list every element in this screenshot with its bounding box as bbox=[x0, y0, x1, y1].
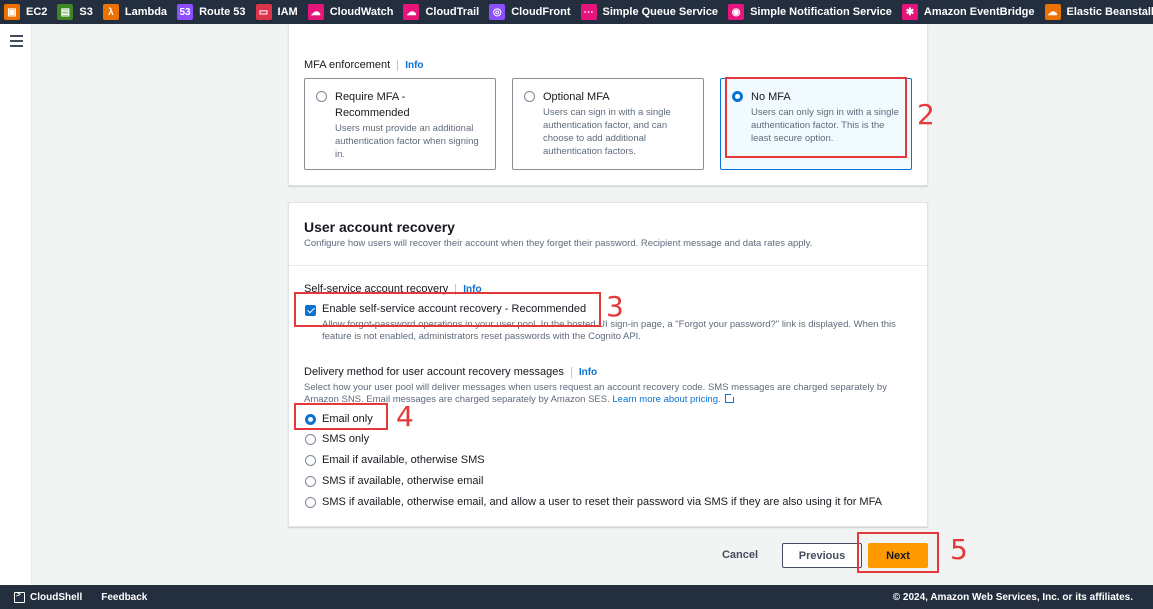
service-label: CloudWatch bbox=[329, 6, 394, 18]
service-label: Route 53 bbox=[199, 6, 246, 18]
mfa-enforcement-title: MFA enforcement bbox=[304, 59, 391, 71]
cancel-button[interactable]: Cancel bbox=[712, 543, 768, 567]
sms-then-email-mfa-label: SMS if available, otherwise email, and a… bbox=[322, 496, 883, 508]
delivery-option-sms-only[interactable]: SMS only bbox=[305, 433, 369, 445]
email-then-sms-label: Email if available, otherwise SMS bbox=[322, 454, 485, 466]
radio-sms-only[interactable] bbox=[305, 433, 316, 445]
service-icon: ✱ bbox=[901, 4, 918, 20]
service-label: Amazon EventBridge bbox=[923, 6, 1035, 18]
service-label: Elastic Beanstalk bbox=[1066, 6, 1153, 18]
external-link-icon bbox=[724, 392, 736, 403]
annotation-box-2 bbox=[725, 77, 907, 158]
previous-button[interactable]: Previous bbox=[782, 543, 862, 568]
require-mfa-desc: Users must provide an additional authent… bbox=[335, 123, 479, 160]
optional-mfa-desc: Users can sign in with a single authenti… bbox=[543, 107, 671, 157]
radio-email-then-sms[interactable] bbox=[305, 454, 316, 466]
sms-only-label: SMS only bbox=[322, 433, 370, 445]
delivery-option-email-then-sms[interactable]: Email if available, otherwise SMS bbox=[305, 454, 485, 466]
service-icon: ☁ bbox=[1044, 4, 1061, 20]
service-shortcut[interactable]: ▣ EC2 bbox=[4, 0, 47, 24]
annotation-number-5: 5 bbox=[950, 533, 968, 566]
delivery-desc-text: Select how your user pool will deliver m… bbox=[304, 382, 887, 405]
service-favorites-bar: ▣ EC2 ▤ S3 λ Lambda 53 Route 53 ▭ IAM ☁ CloudWatch ☁… bbox=[0, 0, 1153, 24]
service-label: S3 bbox=[79, 6, 93, 18]
copyright-text: © 2024, Amazon Web Services, Inc. or its… bbox=[892, 591, 1133, 603]
separator bbox=[570, 366, 572, 378]
service-icon: λ bbox=[102, 4, 119, 20]
annotation-number-4: 4 bbox=[396, 400, 414, 433]
annotation-number-2: 2 bbox=[917, 98, 935, 131]
menu-icon[interactable] bbox=[10, 35, 23, 50]
service-label: IAM bbox=[277, 6, 298, 18]
annotation-box-3 bbox=[294, 292, 601, 327]
service-shortcut[interactable]: ✱ Amazon EventBridge bbox=[901, 0, 1035, 24]
account-recovery-heading: User account recovery bbox=[304, 219, 455, 235]
service-shortcut[interactable]: ⋯ Simple Queue Service bbox=[580, 0, 719, 24]
service-icon: ▭ bbox=[255, 4, 272, 20]
service-shortcut[interactable]: ▤ S3 bbox=[57, 0, 93, 24]
section-divider bbox=[289, 265, 927, 266]
service-shortcut[interactable]: ☁ CloudTrail bbox=[403, 0, 479, 24]
mfa-info-link[interactable]: Info bbox=[405, 60, 423, 71]
delivery-info-link[interactable]: Info bbox=[579, 367, 597, 378]
service-icon: ▣ bbox=[4, 4, 20, 20]
feedback-link[interactable]: Feedback bbox=[101, 592, 147, 603]
service-label: Lambda bbox=[124, 6, 168, 18]
service-icon: ⋯ bbox=[580, 4, 597, 20]
require-mfa-title: Require MFA - Recommended bbox=[335, 91, 410, 119]
delivery-method-label-row: Delivery method for user account recover… bbox=[304, 366, 597, 378]
service-icon: 53 bbox=[177, 4, 194, 20]
service-icon: ◎ bbox=[489, 4, 506, 20]
service-icon: ▤ bbox=[57, 4, 74, 20]
service-icon: ☁ bbox=[307, 4, 324, 20]
service-icon: ◉ bbox=[728, 4, 745, 20]
service-shortcut[interactable]: ◉ Simple Notification Service bbox=[728, 0, 892, 24]
delivery-method-desc: Select how your user pool will deliver m… bbox=[304, 382, 904, 406]
annotation-box-5 bbox=[857, 532, 939, 573]
side-navigation-rail bbox=[0, 24, 32, 585]
delivery-option-sms-then-email-mfa[interactable]: SMS if available, otherwise email, and a… bbox=[305, 496, 882, 508]
account-recovery-subtitle: Configure how users will recover their a… bbox=[304, 238, 813, 249]
sms-then-email-label: SMS if available, otherwise email bbox=[322, 475, 484, 487]
annotation-number-3: 3 bbox=[606, 290, 624, 323]
mfa-enforcement-label: MFA enforcement Info bbox=[304, 59, 424, 71]
service-shortcut[interactable]: ☁ CloudWatch bbox=[307, 0, 394, 24]
separator bbox=[397, 59, 399, 71]
service-shortcut[interactable]: ▭ IAM bbox=[255, 0, 298, 24]
mfa-option-require[interactable]: Require MFA - Recommended Users must pro… bbox=[304, 78, 496, 170]
mfa-option-optional[interactable]: Optional MFA Users can sign in with a si… bbox=[512, 78, 704, 170]
cloudshell-icon[interactable] bbox=[14, 590, 25, 603]
service-label: Simple Notification Service bbox=[750, 6, 892, 18]
service-shortcut[interactable]: λ Lambda bbox=[102, 0, 168, 24]
console-footer: CloudShell Feedback © 2024, Amazon Web S… bbox=[0, 585, 1153, 609]
cloudshell-link[interactable]: CloudShell bbox=[30, 592, 82, 603]
radio-sms-then-email-mfa[interactable] bbox=[305, 496, 316, 508]
learn-more-pricing-link[interactable]: Learn more about pricing. bbox=[612, 394, 720, 405]
service-label: CloudFront bbox=[511, 6, 571, 18]
delivery-method-label: Delivery method for user account recover… bbox=[304, 366, 564, 378]
service-shortcut[interactable]: ☁ Elastic Beanstalk bbox=[1044, 0, 1153, 24]
annotation-box-4 bbox=[294, 403, 388, 430]
radio-optional-mfa[interactable] bbox=[524, 91, 535, 102]
delivery-option-sms-then-email[interactable]: SMS if available, otherwise email bbox=[305, 475, 483, 487]
service-label: Simple Queue Service bbox=[602, 6, 719, 18]
radio-require-mfa[interactable] bbox=[316, 91, 327, 102]
radio-sms-then-email[interactable] bbox=[305, 475, 316, 487]
service-label: EC2 bbox=[26, 6, 48, 18]
service-label: CloudTrail bbox=[425, 6, 480, 18]
optional-mfa-title: Optional MFA bbox=[543, 91, 610, 103]
service-shortcut[interactable]: ◎ CloudFront bbox=[489, 0, 571, 24]
service-icon: ☁ bbox=[403, 4, 420, 20]
service-shortcut[interactable]: 53 Route 53 bbox=[177, 0, 246, 24]
